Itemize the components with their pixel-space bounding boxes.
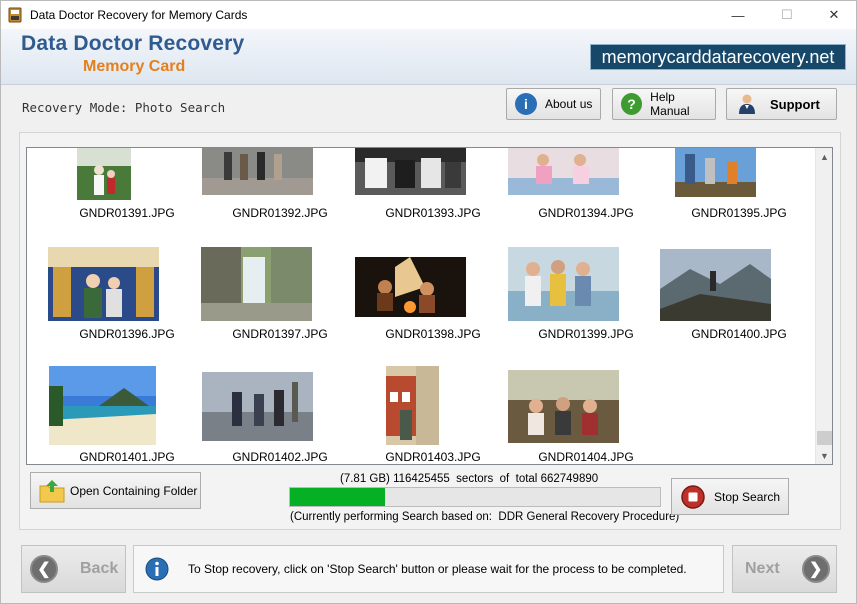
file-name: GNDR01400.JPG [691, 327, 787, 341]
close-button[interactable]: ✕ [811, 1, 857, 29]
of-label: of [499, 473, 510, 485]
photo-thumbnail-icon [508, 148, 619, 195]
photo-thumbnail-icon [386, 366, 439, 445]
brand-title: Data Doctor Recovery [21, 32, 245, 55]
scrollbar-thumb[interactable] [817, 431, 832, 445]
file-name: GNDR01399.JPG [538, 327, 634, 341]
maximize-button[interactable]: ☐ [764, 1, 810, 29]
help-icon: ? [621, 93, 643, 115]
stop-search-label: Stop Search [714, 489, 781, 504]
photo-thumbnail-icon [675, 148, 756, 197]
window-title: Data Doctor Recovery for Memory Cards [30, 8, 248, 22]
app-window: Data Doctor Recovery for Memory Cards — … [0, 0, 857, 604]
file-name: GNDR01402.JPG [232, 450, 328, 464]
file-name: GNDR01404.JPG [538, 450, 634, 464]
minimize-icon: — [731, 7, 745, 23]
next-button[interactable]: Next ❯ [732, 545, 837, 593]
next-label: Next [745, 560, 780, 577]
photo-thumbnail-icon [202, 372, 313, 441]
scanned-size: (7.81 GB) [340, 473, 390, 485]
back-arrow-icon: ❮ [30, 555, 58, 583]
file-name: GNDR01403.JPG [385, 450, 481, 464]
file-name: GNDR01392.JPG [232, 206, 328, 220]
file-name: GNDR01393.JPG [385, 206, 481, 220]
info-icon [145, 557, 169, 581]
info-message: To Stop recovery, click on 'Stop Search'… [188, 562, 687, 576]
search-status: (Currently performing Search based on: D… [290, 511, 679, 523]
title-bar: Data Doctor Recovery for Memory Cards — … [1, 1, 856, 29]
photo-gallery[interactable]: GNDR01391.JPG GNDR01392.JPG GNDR01393.JP… [26, 147, 833, 465]
photo-thumbnail-icon [48, 247, 159, 321]
sectors-done: 116425455 [393, 473, 450, 485]
app-icon [8, 7, 22, 23]
website-badge: memorycarddatarecovery.net [590, 44, 846, 70]
scroll-up-icon[interactable]: ▲ [816, 148, 832, 165]
close-icon: ✕ [828, 7, 840, 22]
minimize-button[interactable]: — [715, 1, 761, 29]
next-arrow-icon: ❯ [801, 555, 830, 583]
info-message-box: To Stop recovery, click on 'Stop Search'… [133, 545, 724, 593]
file-name: GNDR01396.JPG [79, 327, 175, 341]
progress-fill [290, 488, 385, 506]
file-name: GNDR01401.JPG [79, 450, 175, 464]
recovery-mode-label: Recovery Mode: Photo Search [22, 100, 226, 115]
support-person-icon [739, 94, 755, 114]
photo-thumbnail-icon [77, 148, 131, 200]
progress-summary: (7.81 GB) 116425455 sectors of total 662… [290, 473, 660, 485]
help-manual-label: Help Manual [650, 90, 690, 118]
open-folder-label: Open Containing Folder [70, 483, 198, 498]
search-progress-bar [289, 487, 661, 507]
folder-icon [39, 479, 65, 502]
photo-thumbnail-icon [355, 257, 466, 317]
about-us-button[interactable]: i About us [506, 88, 601, 120]
toolbar: Recovery Mode: Photo Search i About us ?… [1, 86, 856, 126]
file-name: GNDR01391.JPG [79, 206, 175, 220]
stop-icon [681, 484, 705, 509]
gallery-scrollbar[interactable]: ▲ ▼ [815, 148, 832, 464]
photo-thumbnail-icon [660, 249, 771, 321]
total-label: total [515, 473, 538, 485]
about-us-label: About us [545, 97, 593, 111]
photo-thumbnail-icon [508, 370, 619, 443]
support-button[interactable]: Support [726, 88, 837, 120]
file-name: GNDR01395.JPG [691, 206, 787, 220]
status-procedure: DDR General Recovery Procedure) [498, 511, 680, 523]
status-prefix: (Currently performing Search based on: [290, 511, 492, 523]
photo-thumbnail-icon [355, 148, 466, 195]
file-name: GNDR01394.JPG [538, 206, 634, 220]
info-icon: i [515, 93, 537, 115]
photo-thumbnail-icon [49, 366, 156, 445]
photo-thumbnail-icon [201, 247, 312, 321]
sectors-label: sectors [456, 473, 494, 485]
photo-thumbnail-icon [508, 247, 619, 321]
stop-search-button[interactable]: Stop Search [671, 478, 789, 515]
photo-thumbnail-icon [202, 148, 313, 195]
back-button[interactable]: ❮ Back [21, 545, 126, 593]
sectors-total: 662749890 [540, 473, 599, 485]
support-label: Support [770, 96, 820, 112]
file-name: GNDR01398.JPG [385, 327, 481, 341]
file-name: GNDR01397.JPG [232, 327, 328, 341]
maximize-icon: ☐ [781, 7, 793, 22]
back-label: Back [80, 560, 119, 577]
help-manual-button[interactable]: ? Help Manual [612, 88, 716, 120]
brand-subtitle: Memory Card [83, 58, 186, 75]
scroll-down-icon[interactable]: ▼ [816, 447, 832, 464]
open-containing-folder-button[interactable]: Open Containing Folder [30, 472, 201, 509]
footer-bar: ❮ Back To Stop recovery, click on 'Stop … [19, 542, 841, 597]
header-banner: Data Doctor Recovery Memory Card memoryc… [1, 29, 856, 85]
